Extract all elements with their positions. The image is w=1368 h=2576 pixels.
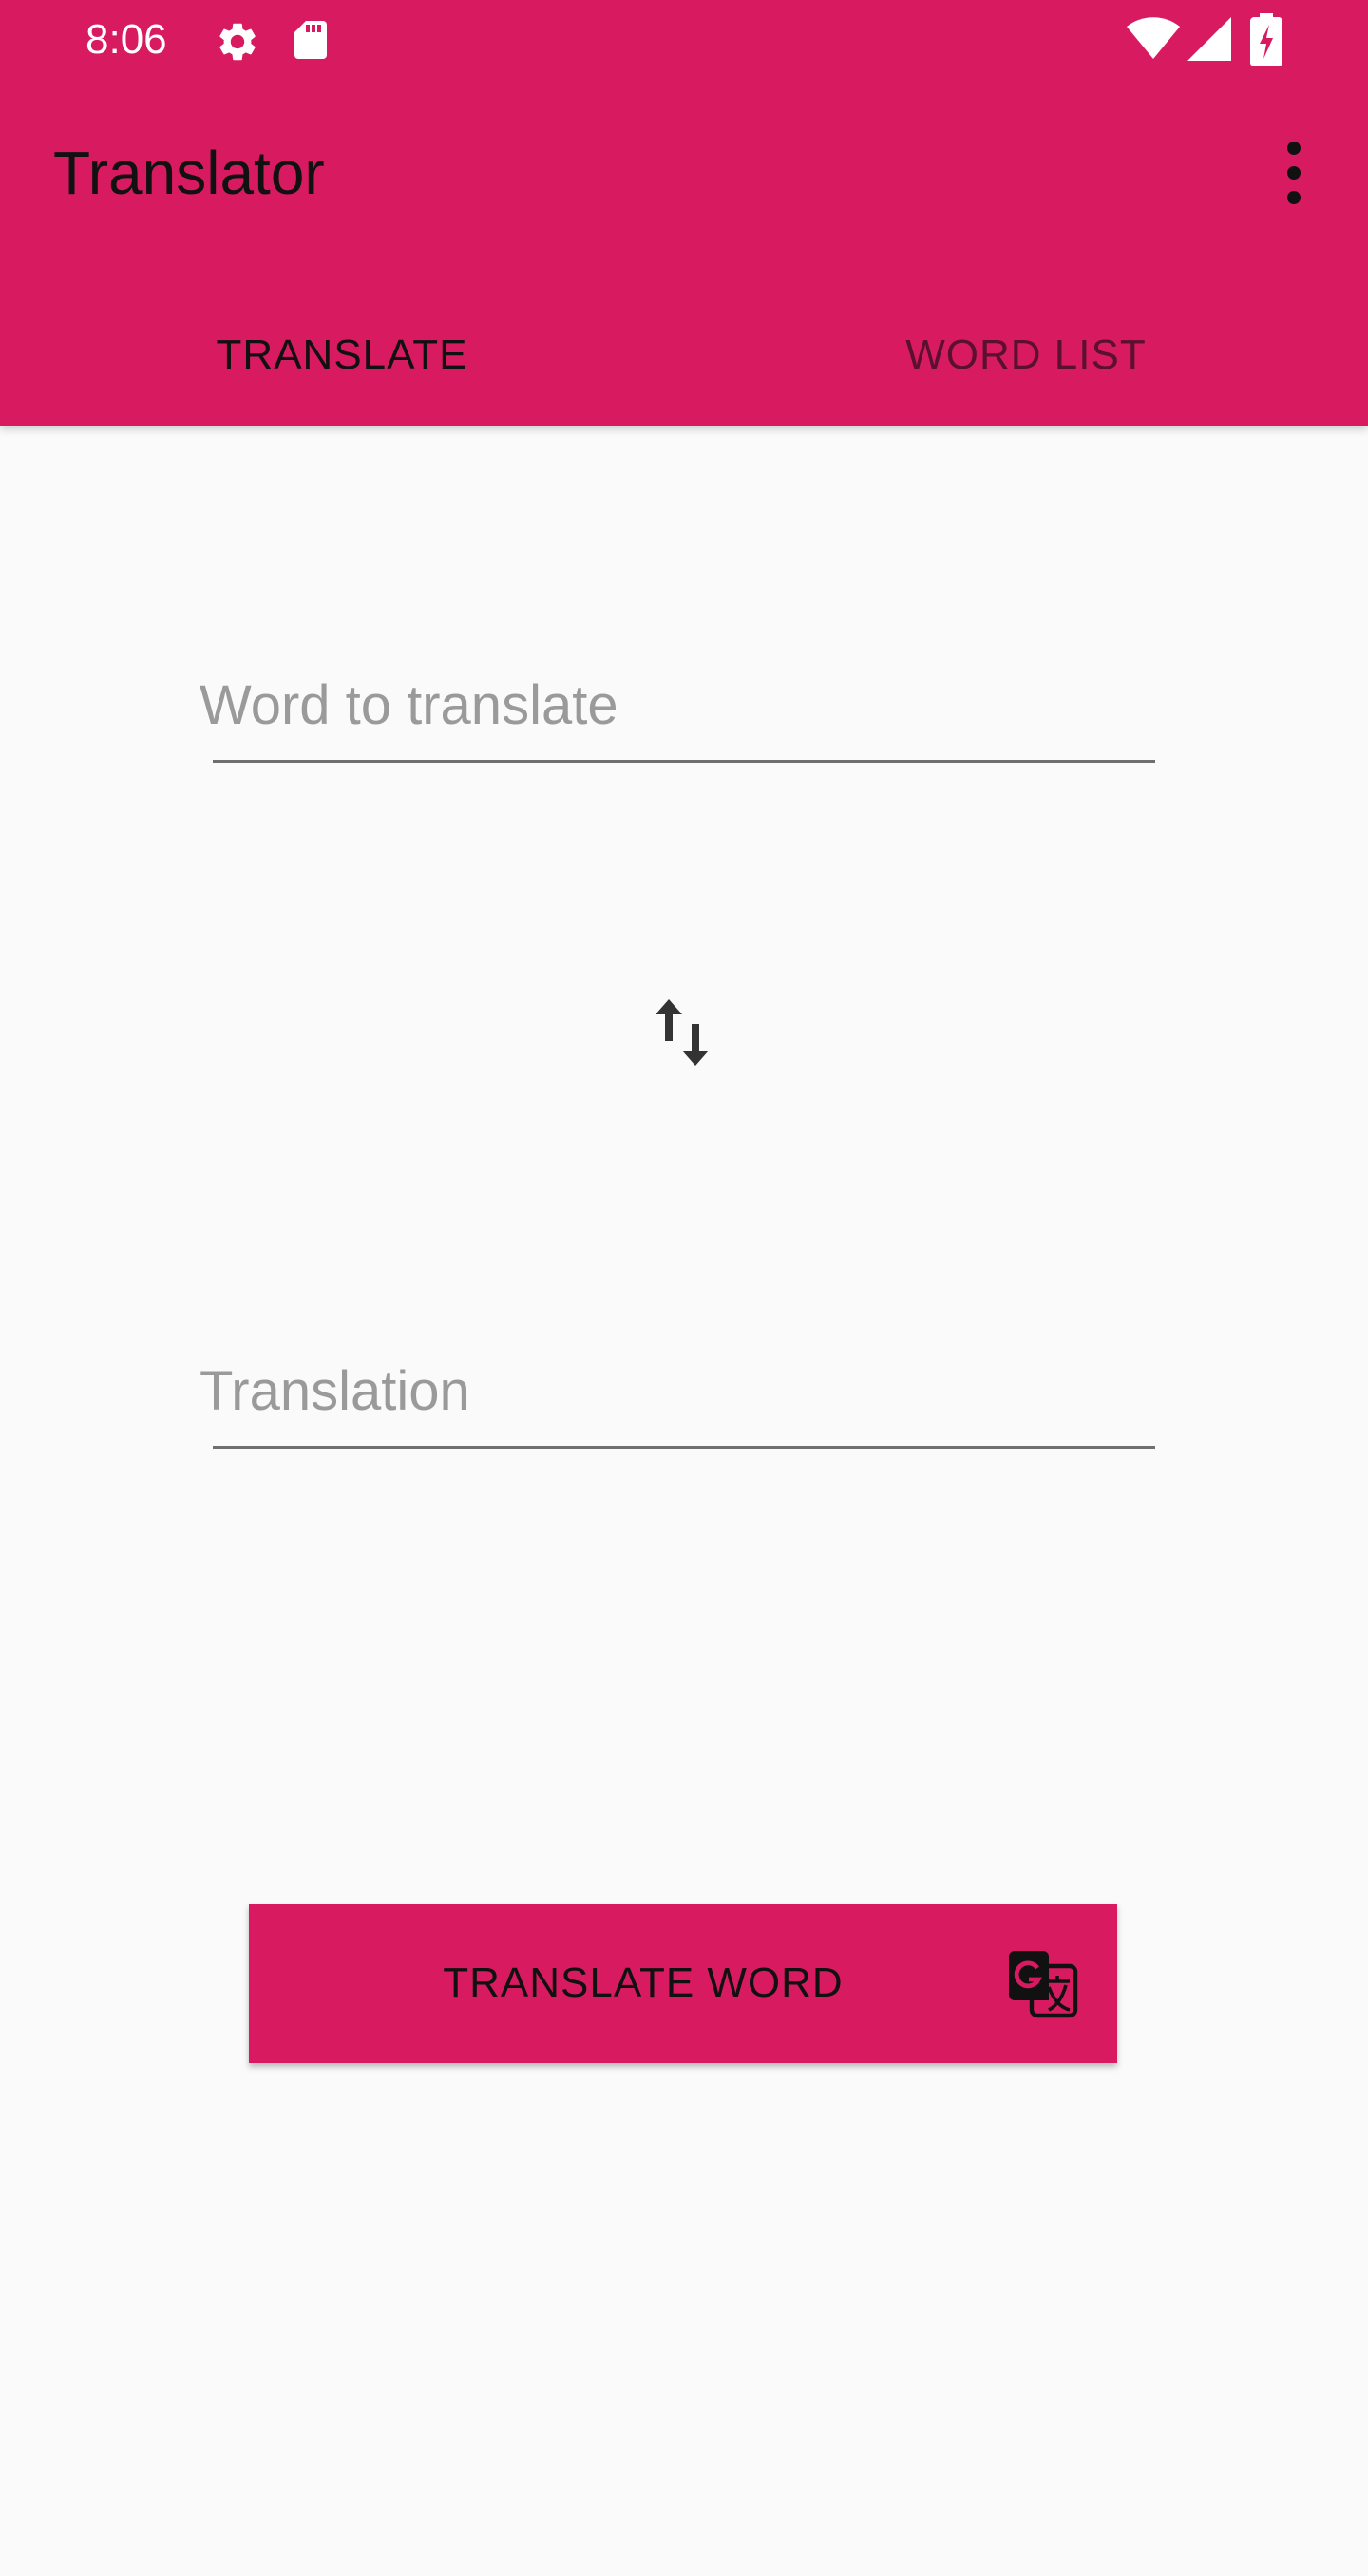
translate-word-button[interactable]: TRANSLATE WORD bbox=[249, 1904, 1117, 2063]
tab-translate[interactable]: TRANSLATE bbox=[0, 285, 684, 426]
translation-field[interactable]: Translation bbox=[200, 1349, 1155, 1463]
word-to-translate-placeholder: Word to translate bbox=[200, 674, 618, 736]
overflow-dot bbox=[1287, 142, 1301, 155]
app-bar: 8:06 Translator TRANSLATE WORD LIST bbox=[0, 0, 1368, 426]
toolbar-title: Translator bbox=[53, 139, 325, 207]
input-underline bbox=[213, 1446, 1155, 1449]
swap-vertical-icon[interactable] bbox=[656, 999, 712, 1066]
gear-icon bbox=[219, 23, 256, 61]
more-vert-icon[interactable] bbox=[1267, 133, 1320, 213]
overflow-dot bbox=[1287, 166, 1301, 180]
google-translate-icon bbox=[1009, 1951, 1078, 2018]
word-to-translate-input[interactable]: Word to translate bbox=[200, 663, 1155, 777]
translation-placeholder: Translation bbox=[200, 1360, 470, 1422]
tab-word-list[interactable]: WORD LIST bbox=[684, 285, 1368, 426]
battery-charging-icon bbox=[1250, 13, 1282, 66]
overflow-dot bbox=[1287, 191, 1301, 204]
status-bar: 8:06 bbox=[0, 0, 1368, 80]
status-time: 8:06 bbox=[86, 16, 167, 63]
signal-icon bbox=[1188, 17, 1231, 61]
translate-word-label: TRANSLATE WORD bbox=[443, 1960, 844, 2006]
tab-bar: TRANSLATE WORD LIST bbox=[0, 285, 1368, 426]
wifi-icon bbox=[1127, 17, 1180, 59]
input-underline bbox=[213, 760, 1155, 763]
sd-card-icon bbox=[294, 21, 327, 59]
